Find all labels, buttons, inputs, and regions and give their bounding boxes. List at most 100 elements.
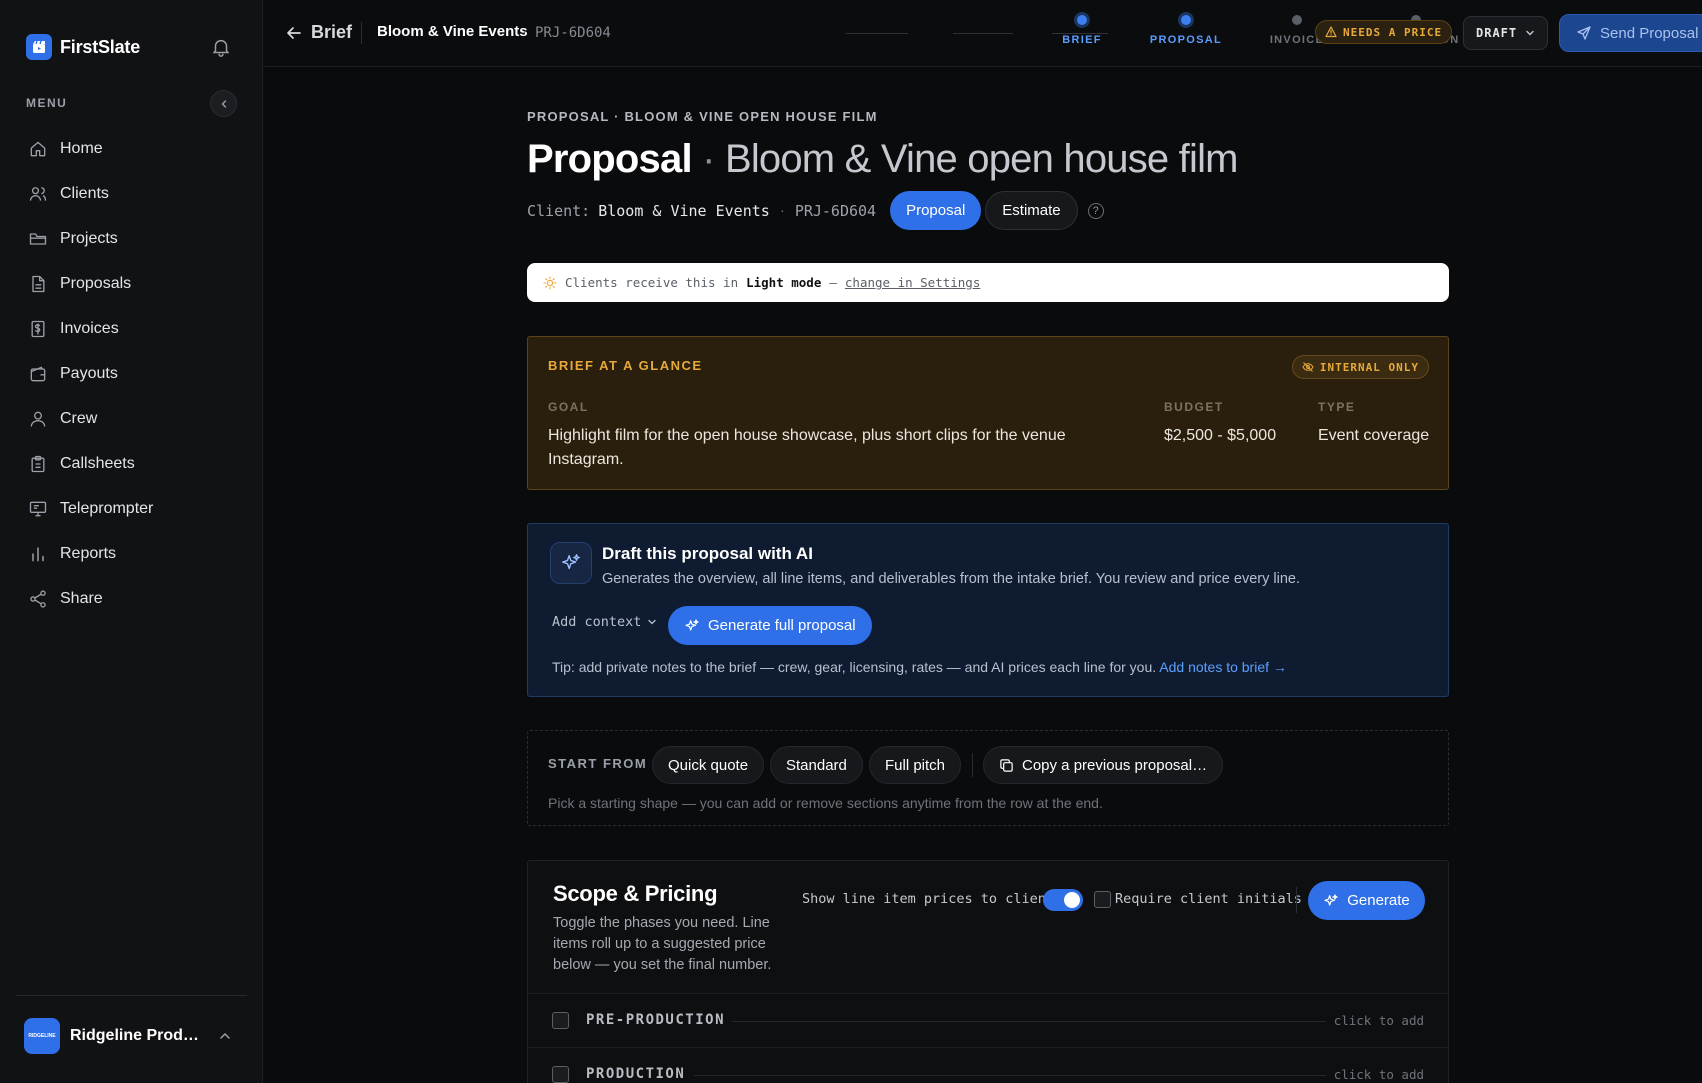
- step-dot: [1292, 15, 1302, 25]
- generate-full-proposal-button[interactable]: Generate full proposal: [668, 606, 872, 645]
- project-id: PRJ-6D604: [794, 201, 877, 220]
- send-proposal-button[interactable]: Send Proposal: [1559, 14, 1702, 52]
- change-settings-link[interactable]: change in Settings: [845, 275, 980, 290]
- goal-value: Highlight film for the open house showca…: [548, 427, 1066, 468]
- copy-previous-label: Copy a previous proposal…: [1022, 756, 1208, 774]
- stepper-connector: [953, 33, 1013, 34]
- generate-label: Generate: [1347, 892, 1410, 909]
- wallet-icon: [30, 365, 46, 381]
- back-to-brief-link[interactable]: Brief: [285, 22, 352, 43]
- generate-button[interactable]: Generate: [1308, 881, 1425, 920]
- internal-only-badge: INTERNAL ONLY: [1291, 355, 1429, 379]
- template-quick-quote[interactable]: Quick quote: [652, 746, 765, 784]
- chevron-down-icon: [648, 619, 657, 625]
- sidebar-item-projects[interactable]: Projects: [0, 216, 263, 261]
- warning-icon: [1325, 26, 1337, 38]
- page-meta: Client: Bloom & Vine Events · PRJ-6D604 …: [527, 191, 1104, 230]
- phase-row-pre-production[interactable]: PRE-PRODUCTION click to add: [528, 993, 1448, 1047]
- sidebar-item-label: Payouts: [60, 364, 118, 382]
- sidebar-item-home[interactable]: Home: [0, 126, 263, 171]
- sidebar-item-payouts[interactable]: Payouts: [0, 351, 263, 396]
- brief-at-a-glance-card: BRIEF AT A GLANCE INTERNAL ONLY GOAL Hig…: [527, 336, 1449, 490]
- sidebar-item-label: Teleprompter: [60, 499, 154, 517]
- phase-add-hint[interactable]: click to add: [1334, 1013, 1424, 1028]
- topbar: Brief Bloom & Vine Events · PRJ-6D604 BR…: [263, 0, 1702, 67]
- share-icon: [30, 589, 46, 608]
- meta-separator: ·: [779, 202, 785, 219]
- brand-name: FirstSlate: [60, 36, 141, 57]
- sidebar-item-proposals[interactable]: Proposals: [0, 261, 263, 306]
- status-value: DRAFT: [1476, 26, 1518, 40]
- breadcrumb-client[interactable]: Bloom & Vine Events: [377, 23, 528, 40]
- step-label: PROPOSAL: [1149, 34, 1223, 46]
- eye-off-icon: [1302, 362, 1314, 372]
- send-proposal-label: Send Proposal: [1600, 24, 1699, 42]
- workflow-stepper: BRIEF PROPOSAL INVOICE PRODUCTION: [800, 12, 1458, 52]
- phase-checkbox[interactable]: [552, 1012, 569, 1029]
- sidebar-nav: Home Clients Projects Proposals Invoices…: [0, 126, 263, 621]
- title-separator: ·: [702, 137, 715, 181]
- step-proposal[interactable]: PROPOSAL: [1136, 12, 1236, 46]
- client-label: Client:: [527, 201, 591, 220]
- start-from-hint: Pick a starting shape — you can add or r…: [548, 795, 1103, 811]
- sidebar-item-label: Invoices: [60, 319, 119, 337]
- page-title: Proposal · Bloom & Vine open house film: [527, 137, 1239, 182]
- sparkles-icon: [1324, 893, 1338, 906]
- phase-name: PRODUCTION: [586, 1066, 686, 1082]
- tab-estimate[interactable]: Estimate: [985, 191, 1078, 230]
- step-label: BRIEF: [1062, 34, 1102, 46]
- sidebar-item-invoices[interactable]: Invoices: [0, 306, 263, 351]
- type-label: TYPE: [1318, 400, 1356, 414]
- phase-add-hint[interactable]: click to add: [1334, 1067, 1424, 1082]
- phase-checkbox[interactable]: [552, 1066, 569, 1083]
- bar-chart-icon: [32, 546, 44, 561]
- phase-row-production[interactable]: PRODUCTION click to add: [528, 1047, 1448, 1083]
- sidebar-item-label: Reports: [60, 544, 117, 562]
- template-full-pitch[interactable]: Full pitch: [869, 746, 962, 784]
- sidebar-item-crew[interactable]: Crew: [0, 396, 263, 441]
- chips-divider: [972, 753, 973, 777]
- workspace-switcher[interactable]: RIDGELINE Ridgeline Producti…: [24, 1018, 232, 1054]
- add-notes-link[interactable]: Add notes to brief →: [1159, 659, 1287, 675]
- sidebar-item-label: Proposals: [60, 274, 132, 292]
- needs-price-badge: NEEDS A PRICE: [1315, 20, 1453, 44]
- brand[interactable]: FirstSlate: [26, 34, 140, 60]
- type-value: Event coverage: [1318, 427, 1430, 444]
- require-initials-checkbox[interactable]: [1094, 891, 1111, 908]
- client-value: Bloom & Vine Events: [598, 201, 770, 220]
- sidebar-item-clients[interactable]: Clients: [0, 171, 263, 216]
- clapperboard-logo-icon: [26, 34, 52, 60]
- copy-previous-proposal-button[interactable]: Copy a previous proposal…: [983, 746, 1224, 784]
- template-standard[interactable]: Standard: [770, 746, 863, 784]
- sidebar-item-label: Projects: [60, 229, 118, 247]
- status-dropdown[interactable]: DRAFT: [1463, 16, 1549, 50]
- sidebar-item-share[interactable]: Share: [0, 576, 263, 621]
- bell-icon[interactable]: [210, 36, 232, 58]
- chevron-left-icon: [221, 99, 226, 108]
- folder-icon: [29, 232, 47, 245]
- collapse-sidebar-button[interactable]: [210, 90, 237, 117]
- generate-full-proposal-label: Generate full proposal: [708, 617, 856, 634]
- ai-tip: Tip: add private notes to the brief — cr…: [552, 659, 1287, 675]
- step-dot: [1077, 15, 1087, 25]
- step-dot: [1181, 15, 1191, 25]
- help-icon[interactable]: ?: [1087, 202, 1104, 219]
- add-context-dropdown[interactable]: Add context: [552, 614, 657, 630]
- tab-proposal[interactable]: Proposal: [890, 191, 982, 230]
- sidebar-item-teleprompter[interactable]: Teleprompter: [0, 486, 263, 531]
- send-icon: [1577, 26, 1591, 40]
- budget-value: $2,500 - $5,000: [1164, 427, 1277, 444]
- title-project: Bloom & Vine open house film: [724, 137, 1239, 181]
- ai-card-description: Generates the overview, all line items, …: [602, 571, 1300, 587]
- user-icon: [30, 411, 46, 427]
- notice-dash: —: [829, 275, 837, 290]
- show-prices-toggle[interactable]: [1043, 889, 1083, 911]
- sidebar-item-callsheets[interactable]: Callsheets: [0, 441, 263, 486]
- step-brief[interactable]: BRIEF: [1032, 12, 1132, 46]
- phase-rule: [694, 1075, 1326, 1076]
- breadcrumb-project-id: PRJ-6D604: [535, 25, 611, 41]
- back-label: Brief: [311, 22, 353, 42]
- ai-tip-text: Tip: add private notes to the brief — cr…: [552, 659, 1157, 675]
- sidebar-item-reports[interactable]: Reports: [0, 531, 263, 576]
- phase-name: PRE-PRODUCTION: [586, 1012, 726, 1028]
